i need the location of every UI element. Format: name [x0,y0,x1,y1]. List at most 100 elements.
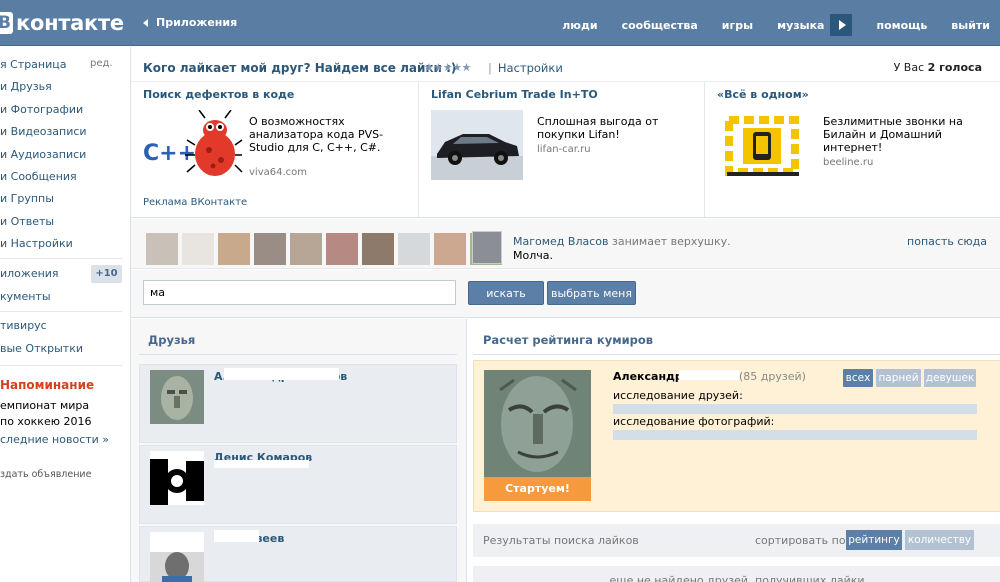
ad-text[interactable]: Безлимитные звонки на Билайн и Домашний … [823,115,973,154]
redaction-bar [679,370,739,380]
nav-music[interactable]: музыка [777,19,824,32]
sidebar-item-page[interactable]: я Страница [0,58,67,71]
ad-domain[interactable]: viva64.com [249,167,307,178]
start-button[interactable]: Стартуем! [484,477,591,501]
avatar[interactable] [182,233,214,265]
avatar[interactable] [146,233,178,265]
sort-by-rating-button[interactable]: рейтингу [846,530,902,550]
top-user-name[interactable]: Магомед Власов [513,235,609,248]
nav-people[interactable]: люди [562,19,597,32]
ad-domain[interactable]: lifan-car.ru [537,144,591,155]
logo-text: контакте [16,11,124,35]
ad-beeline[interactable]: «Всё в одном» Безлимитные звонки на Била… [705,82,1000,217]
nav-help[interactable]: помощь [876,19,927,32]
search-button[interactable]: искать [468,281,544,305]
friends-title-line [139,354,457,355]
nav-games[interactable]: игры [722,19,753,32]
app-title[interactable]: Кого лайкает мой друг? Найдем все лайки … [143,61,456,75]
avatar[interactable] [218,233,250,265]
sort-by-count-button[interactable]: количеству [905,530,974,550]
sidebar-item-answers[interactable]: и Ответы [0,215,54,228]
ad-text[interactable]: Сплошная выгода от покупки Lifan! [537,115,687,141]
top-user-text: Молча. [513,249,553,262]
sidebar-edit-link[interactable]: ред. [90,58,113,69]
avatar[interactable] [434,233,466,265]
cpp-image-text: C++ [143,141,196,166]
bug-cpp-image[interactable]: C++ [143,109,243,185]
top-user-status: Магомед Власов занимает верхушку. Молча. [513,235,731,263]
sidebar-item-friends[interactable]: и Друзья [0,80,52,93]
reminder-title: Напоминание [0,378,95,392]
rating-card: Стартуем! Александр ..........в (85 друз… [473,360,1000,512]
friends-count: (85 друзей) [739,370,806,383]
ad-text[interactable]: О возможностях анализатора кода PVS-Stud… [249,115,399,154]
sidebar-item-groups[interactable]: и Группы [0,192,54,205]
sidebar-item-postcards[interactable]: вые Открытки [0,342,83,355]
app-main: Кого лайкает мой друг? Найдем все лайки … [130,47,1000,582]
latest-news-link[interactable]: следние новости » [0,433,109,446]
redaction-bar [214,530,259,542]
sidebar-item-antivirus[interactable]: тивирус [0,319,47,332]
nav-communities[interactable]: сообщества [622,19,698,32]
top-header: В контакте Приложения люди сообщества иг… [0,0,1000,46]
sidebar-item-apps[interactable]: иложения [0,267,59,280]
filter-men-button[interactable]: парней [876,369,921,387]
study-friends-progress [613,404,977,414]
results-title: Результаты поиска лайков [483,534,639,547]
car-image[interactable] [431,110,523,183]
ad-pvs[interactable]: Поиск дефектов в коде C++ О возможностях… [131,82,417,217]
sidebar-divider [0,258,122,259]
ads-block: Поиск дефектов в коде C++ О возможностях… [131,81,1000,218]
ads-footer-link[interactable]: Реклама ВКонтакте [143,197,247,208]
sidebar-item-videos[interactable]: и Видеозаписи [0,125,87,138]
friend-avatar[interactable] [150,451,204,505]
sidebar-item-audio[interactable]: и Аудиозаписи [0,148,86,161]
app-settings-link[interactable]: | Настройки [488,61,563,75]
selected-friend-photo[interactable] [484,370,591,478]
get-to-top-link[interactable]: попасть сюда [907,235,987,248]
results-bar: Результаты поиска лайков сортировать по … [473,524,1000,557]
filter-all-button[interactable]: всех [843,369,873,387]
beeline-image[interactable] [717,110,809,183]
sidebar-item-settings[interactable]: и Настройки [0,237,73,250]
top-nav: люди сообщества игры музыка помощь выйти [538,14,990,36]
apps-counter-badge: +10 [91,265,122,283]
avatar[interactable] [290,233,322,265]
vk-logo[interactable]: В контакте [0,10,124,36]
ad-title[interactable]: Поиск дефектов в коде [143,88,294,101]
reminder-line: по хоккею 2016 [0,415,92,428]
avatar[interactable] [254,233,286,265]
pick-me-button[interactable]: выбрать меня [547,281,636,305]
friend-row[interactable]: ....Матвеев [139,526,457,582]
study-photos-label: исследование фотографий: [613,415,775,428]
music-play-icon[interactable] [830,14,853,36]
friend-row[interactable]: А..........ндр Малатов [139,364,457,443]
sidebar-item-photos[interactable]: и Фотографии [0,103,83,116]
logo-letter: В [0,12,13,34]
breadcrumb-label: Приложения [156,16,238,29]
ad-lifan[interactable]: Lifan Cebrium Trade In+TO Сплошная выгод… [419,82,704,217]
friend-avatar[interactable] [150,532,204,582]
empty-results-text: еще не найдено друзей, получивших лайки [609,574,865,582]
friend-avatar[interactable] [150,370,204,424]
ad-domain[interactable]: beeline.ru [823,157,873,168]
breadcrumb-apps[interactable]: Приложения [143,16,237,29]
ad-title[interactable]: «Всё в одном» [717,88,809,101]
avatar[interactable] [398,233,430,265]
avatar[interactable] [326,233,358,265]
ad-title[interactable]: Lifan Cebrium Trade In+TO [431,88,598,101]
sidebar-item-docs[interactable]: кументы [0,290,51,303]
search-row: искать выбрать меня [131,270,1000,318]
nav-logout[interactable]: выйти [951,19,990,32]
study-photos-progress [613,430,977,440]
redaction-bar [224,368,339,380]
settings-label: Настройки [497,61,563,75]
friend-row[interactable]: Денис Комаров [139,445,457,524]
top-user-avatar[interactable] [472,231,502,264]
filter-women-button[interactable]: девушек [924,369,976,387]
friend-search-input[interactable] [143,280,456,305]
avatar[interactable] [362,233,394,265]
sidebar-item-messages[interactable]: и Сообщения [0,170,77,183]
create-ad-link[interactable]: здать объявление [0,469,91,480]
sort-label: сортировать по [755,534,846,547]
